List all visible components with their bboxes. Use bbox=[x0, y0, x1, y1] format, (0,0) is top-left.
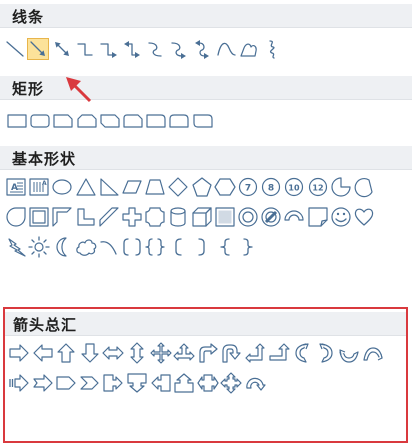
svg-text:10: 10 bbox=[289, 184, 301, 193]
diamond-icon[interactable] bbox=[167, 176, 189, 198]
svg-text:12: 12 bbox=[312, 184, 323, 193]
parallelogram-icon[interactable] bbox=[121, 176, 143, 198]
pie-icon[interactable] bbox=[330, 176, 352, 198]
lightning-bolt-icon[interactable] bbox=[5, 236, 27, 258]
round-single-corner-rectangle-icon[interactable] bbox=[145, 110, 167, 132]
elbow-connector-icon[interactable] bbox=[74, 38, 96, 60]
moon-icon[interactable] bbox=[51, 236, 73, 258]
pentagon-icon[interactable] bbox=[191, 176, 213, 198]
sun-icon[interactable] bbox=[28, 236, 50, 258]
decagon-icon[interactable]: 10 bbox=[283, 176, 305, 198]
hexagon-icon[interactable] bbox=[214, 176, 236, 198]
left-brace-icon[interactable] bbox=[214, 236, 236, 258]
vertical-text-box-icon[interactable]: A bbox=[28, 176, 50, 198]
frame-icon[interactable] bbox=[28, 206, 50, 228]
cube-icon[interactable] bbox=[191, 206, 213, 228]
chord-icon[interactable] bbox=[353, 176, 375, 198]
svg-text:8: 8 bbox=[268, 184, 274, 194]
right-bracket-icon[interactable] bbox=[191, 236, 213, 258]
right-brace-icon[interactable] bbox=[237, 236, 259, 258]
left-bracket-icon[interactable] bbox=[167, 236, 189, 258]
triangle-icon[interactable] bbox=[75, 176, 97, 198]
lines-section-title: 线条 bbox=[12, 8, 45, 26]
curved-arrow-connector-icon[interactable] bbox=[168, 38, 190, 60]
oval-icon[interactable] bbox=[51, 176, 73, 198]
curved-connector-icon[interactable] bbox=[144, 38, 166, 60]
scribble-icon[interactable] bbox=[261, 38, 283, 60]
highlight-box bbox=[3, 307, 408, 443]
arc-icon[interactable] bbox=[98, 236, 120, 258]
l-shape-icon[interactable] bbox=[75, 206, 97, 228]
octagon-icon[interactable]: 8 bbox=[260, 176, 282, 198]
block-arc-icon[interactable] bbox=[283, 206, 305, 228]
dodecagon-icon[interactable]: 12 bbox=[307, 176, 329, 198]
svg-text:A: A bbox=[42, 180, 47, 187]
bevel-icon[interactable] bbox=[214, 206, 236, 228]
half-frame-icon[interactable] bbox=[51, 206, 73, 228]
rect-section-title: 矩形 bbox=[12, 80, 45, 98]
no-symbol-icon[interactable] bbox=[260, 206, 282, 228]
donut-icon[interactable] bbox=[237, 206, 259, 228]
round-same-side-rectangle-icon[interactable] bbox=[168, 110, 190, 132]
plaque-icon[interactable] bbox=[144, 206, 166, 228]
basic-section-title: 基本形状 bbox=[12, 150, 77, 168]
teardrop-icon[interactable] bbox=[5, 206, 27, 228]
rectangle-icon[interactable] bbox=[6, 110, 28, 132]
heart-icon[interactable] bbox=[353, 206, 375, 228]
diagonal-stripe-icon[interactable] bbox=[98, 206, 120, 228]
svg-text:7: 7 bbox=[245, 184, 251, 194]
smiley-face-icon[interactable] bbox=[330, 206, 352, 228]
basic-section-header: 基本形状 bbox=[0, 146, 412, 170]
snip-same-side-rectangle-icon[interactable] bbox=[76, 110, 98, 132]
line-icon[interactable] bbox=[4, 38, 26, 60]
snip-single-corner-rectangle-icon[interactable] bbox=[52, 110, 74, 132]
freeform-icon[interactable] bbox=[238, 38, 260, 60]
curved-double-arrow-connector-icon[interactable] bbox=[191, 38, 213, 60]
trapezoid-icon[interactable] bbox=[144, 176, 166, 198]
folded-corner-icon[interactable] bbox=[307, 206, 329, 228]
right-triangle-icon[interactable] bbox=[98, 176, 120, 198]
snip-diagonal-rectangle-icon[interactable] bbox=[99, 110, 121, 132]
elbow-arrow-connector-icon[interactable] bbox=[98, 38, 120, 60]
arrow-line-icon[interactable] bbox=[27, 38, 50, 60]
lines-section-header: 线条 bbox=[0, 4, 412, 28]
snip-round-rectangle-icon[interactable] bbox=[122, 110, 144, 132]
curve-icon[interactable] bbox=[215, 38, 237, 60]
heptagon-icon[interactable]: 7 bbox=[237, 176, 259, 198]
double-arrow-line-icon[interactable] bbox=[51, 38, 73, 60]
rect-section-header: 矩形 bbox=[0, 76, 412, 100]
elbow-double-arrow-connector-icon[interactable] bbox=[121, 38, 143, 60]
can-icon[interactable] bbox=[167, 206, 189, 228]
cross-icon[interactable] bbox=[121, 206, 143, 228]
cloud-icon[interactable] bbox=[75, 236, 97, 258]
text-box-icon[interactable]: A bbox=[5, 176, 27, 198]
rounded-rectangle-icon[interactable] bbox=[29, 110, 51, 132]
round-diagonal-rectangle-icon[interactable] bbox=[192, 110, 214, 132]
double-bracket-icon[interactable] bbox=[121, 236, 143, 258]
double-brace-icon[interactable] bbox=[144, 236, 166, 258]
